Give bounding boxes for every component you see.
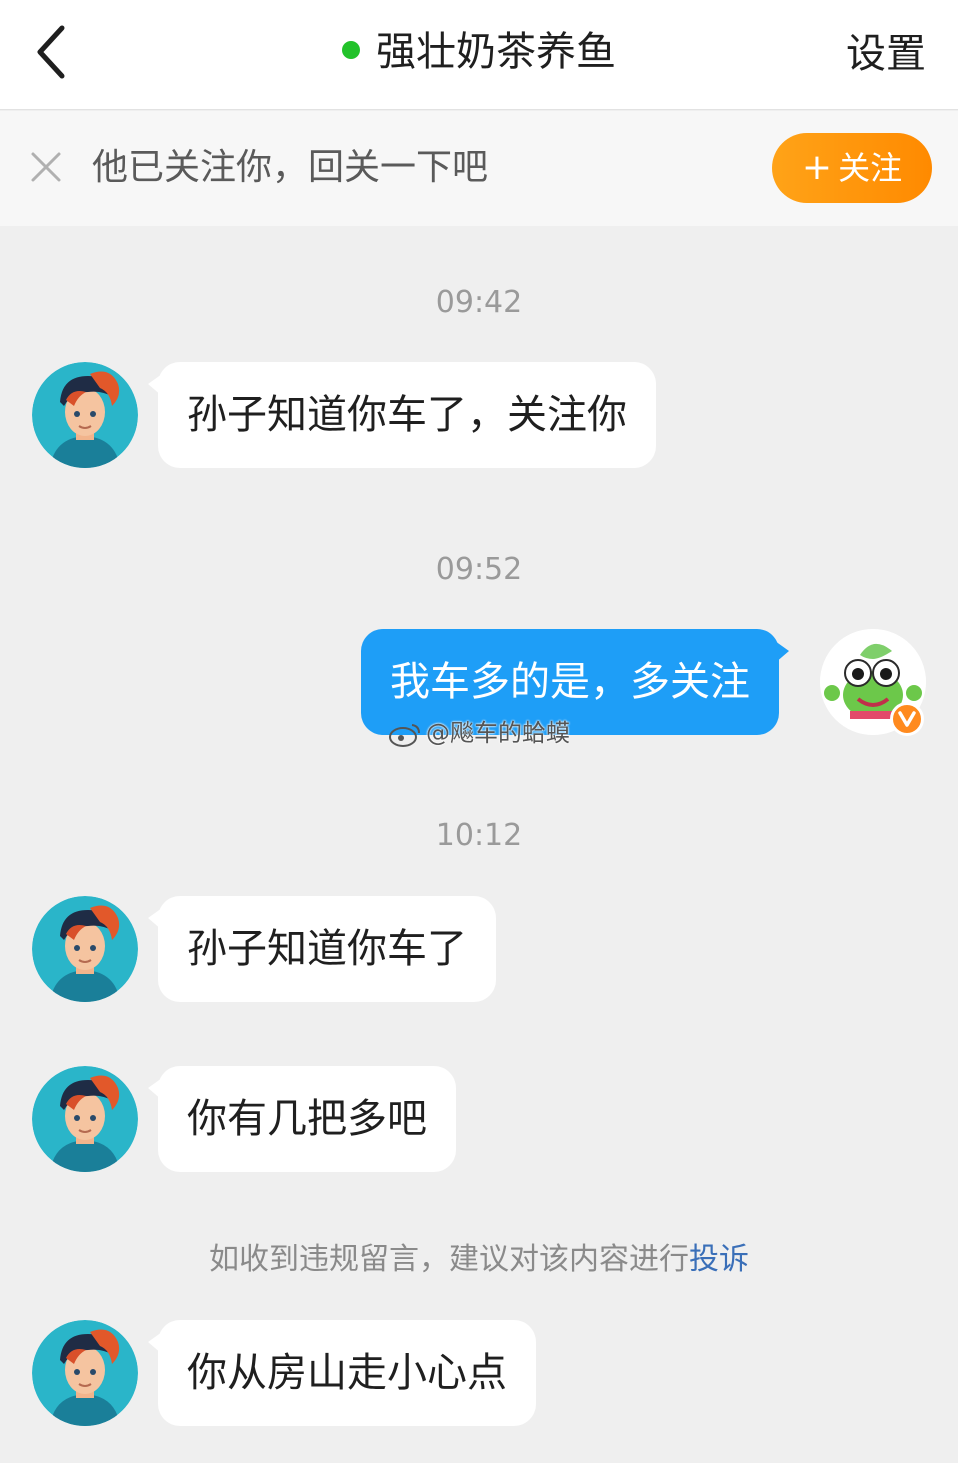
chat-title-wrap: 强壮奶茶养鱼 [0, 24, 958, 80]
contact-avatar[interactable] [32, 362, 138, 468]
watermark: @飚车的蛤蟆 [388, 716, 570, 750]
plus-icon: + [801, 147, 833, 188]
report-notice: 如收到违规留言，建议对该内容进行投诉 [0, 1240, 958, 1280]
message-timestamp: 09:42 [435, 285, 523, 320]
follow-back-prompt: 他已关注你，回关一下吧 [92, 147, 489, 188]
incoming-message-bubble[interactable]: 孙子知道你车了，关注你 [148, 362, 656, 468]
report-link[interactable]: 投诉 [689, 1242, 749, 1277]
online-status-dot [342, 41, 360, 59]
settings-button[interactable]: 设置 [846, 26, 926, 82]
follow-button[interactable]: + 关注 [772, 133, 932, 203]
boy-avatar-icon [32, 1320, 138, 1426]
boy-avatar-icon [32, 896, 138, 1002]
contact-avatar[interactable] [32, 896, 138, 1002]
chat-header: 强壮奶茶养鱼 设置 [0, 0, 958, 110]
contact-avatar[interactable] [32, 1066, 138, 1172]
follow-button-label: 关注 [838, 149, 903, 187]
watermark-text: @飚车的蛤蟆 [426, 719, 570, 747]
close-icon [31, 152, 61, 182]
boy-avatar-icon [32, 1066, 138, 1172]
message-timestamp: 10:12 [435, 818, 523, 853]
verified-v-icon [898, 711, 916, 727]
follow-back-bar: 他已关注你，回关一下吧 + 关注 [0, 111, 958, 226]
report-notice-text: 如收到违规留言，建议对该内容进行 [209, 1242, 689, 1277]
contact-avatar[interactable] [32, 1320, 138, 1426]
incoming-message-bubble[interactable]: 孙子知道你车了 [148, 896, 496, 1002]
weibo-logo-icon [389, 724, 420, 747]
incoming-message-bubble[interactable]: 你有几把多吧 [148, 1066, 456, 1172]
verified-badge [890, 702, 924, 736]
incoming-message-bubble[interactable]: 你从房山走小心点 [148, 1320, 536, 1426]
dismiss-follow-bar-button[interactable] [28, 149, 64, 185]
message-timestamp: 09:52 [435, 552, 523, 587]
boy-avatar-icon [32, 362, 138, 468]
chat-title: 强壮奶茶养鱼 [376, 29, 616, 75]
